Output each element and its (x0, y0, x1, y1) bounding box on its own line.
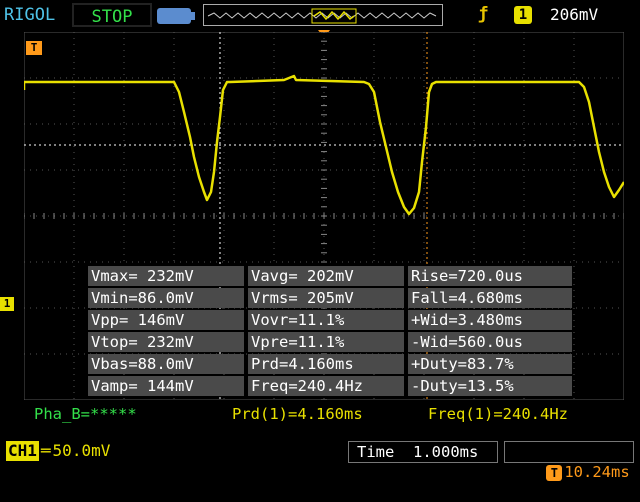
frequency-readout: Freq(1)=240.4Hz (428, 405, 568, 423)
top-status-bar: RIGOL STOP ƒ 1 206mV (0, 0, 640, 38)
meas-pos-duty: +Duty=83.7% (408, 354, 572, 374)
bottom-status-bar: CH1 ═ 50.0mV Time 1.000ms T 10.24ms (0, 436, 640, 481)
dc-coupling-icon: ═ (40, 441, 51, 460)
meas-frequency: Freq=240.4Hz (248, 376, 404, 396)
meas-neg-width: -Wid=560.0us (408, 332, 572, 352)
meas-vmin: Vmin=86.0mV (88, 288, 244, 308)
measurement-table: Vmax= 232mV Vavg= 202mV Rise=720.0us Vmi… (88, 266, 572, 396)
vertical-scale: 50.0mV (52, 441, 111, 460)
rising-edge-icon: ƒ (478, 4, 489, 24)
timebase-readout[interactable]: Time 1.000ms (348, 441, 498, 463)
meas-vtop: Vtop= 232mV (88, 332, 244, 352)
brand-logo: RIGOL (4, 5, 56, 25)
measurement-row: Vmax= 232mV Vavg= 202mV Rise=720.0us (88, 266, 572, 286)
trigger-delay-readout[interactable]: T 10.24ms (504, 441, 634, 481)
measurement-row: Vpp= 146mV Vovr=11.1% +Wid=3.480ms (88, 310, 572, 330)
trigger-panel[interactable]: ƒ 1 206mV (470, 3, 636, 27)
trigger-source-badge: 1 (514, 6, 532, 24)
phase-readout: Pha_B=***** (34, 405, 137, 423)
meas-vrms: Vrms= 205mV (248, 288, 404, 308)
run-stop-status[interactable]: STOP (72, 3, 152, 27)
measurement-row: Vtop= 232mV Vpre=11.1% -Wid=560.0us (88, 332, 572, 352)
meas-rise: Rise=720.0us (408, 266, 572, 286)
meas-period: Prd=4.160ms (248, 354, 404, 374)
channel-1-offset-marker[interactable]: 1 (0, 297, 14, 311)
trigger-level: 206mV (550, 5, 599, 24)
trigger-delay-value: 10.24ms (564, 463, 630, 481)
period-readout: Prd(1)=4.160ms (232, 405, 363, 423)
meas-vovr: Vovr=11.1% (248, 310, 404, 330)
meas-fall: Fall=4.680ms (408, 288, 572, 308)
trigger-ref-marker[interactable]: T (26, 41, 42, 55)
meas-vamp: Vamp= 144mV (88, 376, 244, 396)
memory-overview-strip[interactable] (203, 4, 443, 26)
meas-vpp: Vpp= 146mV (88, 310, 244, 330)
meas-vbase: Vbas=88.0mV (88, 354, 244, 374)
battery-icon (157, 8, 195, 24)
meas-pos-width: +Wid=3.480ms (408, 310, 572, 330)
channel-1-status[interactable]: CH1 ═ 50.0mV (6, 441, 110, 461)
measurement-row: Vbas=88.0mV Prd=4.160ms +Duty=83.7% (88, 354, 572, 374)
meas-vmax: Vmax= 232mV (88, 266, 244, 286)
measurement-row: Vmin=86.0mV Vrms= 205mV Fall=4.680ms (88, 288, 572, 308)
meas-vpre: Vpre=11.1% (248, 332, 404, 352)
meas-neg-duty: -Duty=13.5% (408, 376, 572, 396)
measurement-row: Vamp= 144mV Freq=240.4Hz -Duty=13.5% (88, 376, 572, 396)
meas-vavg: Vavg= 202mV (248, 266, 404, 286)
channel-1-badge: CH1 (6, 441, 39, 461)
trigger-delay-icon: T (546, 465, 563, 481)
